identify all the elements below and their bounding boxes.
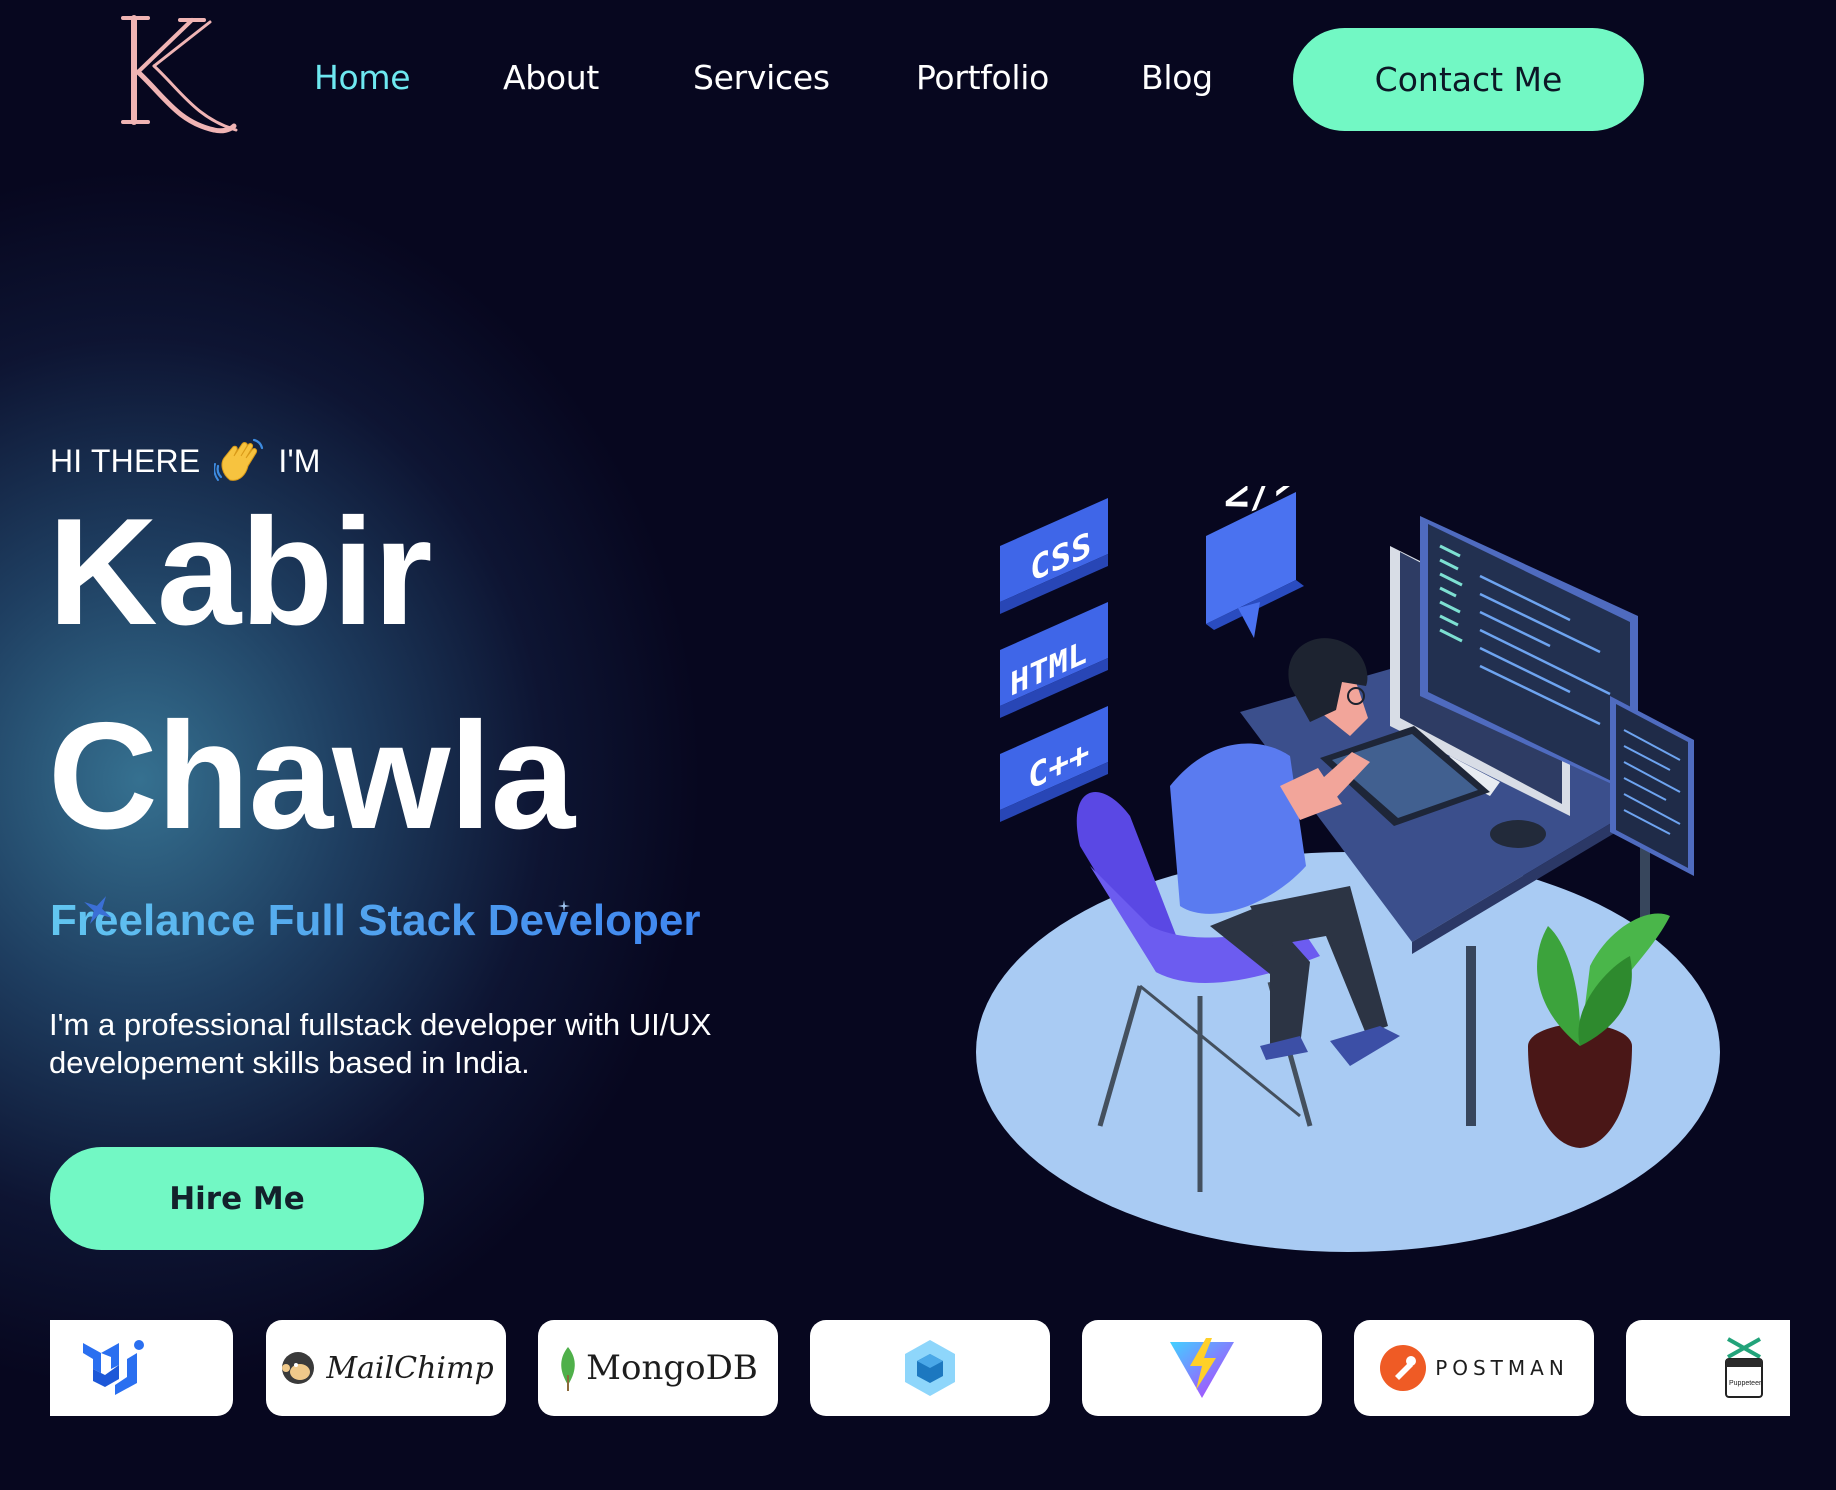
sparkle-icon <box>84 896 112 924</box>
nav-link-portfolio[interactable]: Portfolio <box>916 58 1049 97</box>
tech-tile-mailchimp: MailChimp <box>266 1320 506 1416</box>
tech-logo-strip: MailChimp MongoDB POSTMAN Puppeteer <box>50 1320 1790 1416</box>
greeting-text-post: I'M <box>278 442 321 479</box>
brand-logo[interactable] <box>118 12 250 142</box>
greeting-text-pre: HI THERE <box>50 442 201 479</box>
puppeteer-logo-icon: Puppeteer <box>1725 1337 1763 1398</box>
nav-link-blog[interactable]: Blog <box>1141 58 1213 97</box>
tag-css: CSS <box>1000 498 1108 614</box>
postman-logo-icon <box>1380 1345 1427 1391</box>
tech-tile-puppeteer: Puppeteer <box>1626 1320 1790 1416</box>
waving-hand-icon <box>214 438 264 481</box>
mongodb-leaf-icon <box>561 1347 575 1391</box>
tech-tile-mui <box>50 1320 233 1416</box>
mongodb-label: MongoDB <box>586 1348 758 1388</box>
postman-label: POSTMAN <box>1435 1356 1569 1380</box>
hire-me-button[interactable]: Hire Me <box>50 1147 424 1250</box>
mailchimp-label: MailChimp <box>326 1350 494 1386</box>
tech-tile-webpack <box>810 1320 1050 1416</box>
tech-tile-vite <box>1082 1320 1322 1416</box>
nav-link-about[interactable]: About <box>503 58 599 97</box>
nav-link-home[interactable]: Home <box>314 58 411 97</box>
code-bubble-icon: </> <box>1206 486 1304 638</box>
tag-html: HTML <box>1000 602 1108 718</box>
hero-last-name: Chawla <box>48 691 575 861</box>
hero-role: Freelance Full Stack Developer <box>50 896 701 945</box>
tech-tile-postman: POSTMAN <box>1354 1320 1594 1416</box>
navbar: Home About Services Portfolio Blog Conta… <box>0 0 1836 160</box>
tech-tile-mongodb: MongoDB <box>538 1320 778 1416</box>
hero-description: I'm a professional fullstack developer w… <box>49 1007 712 1081</box>
contact-me-button[interactable]: Contact Me <box>1293 28 1644 131</box>
webpack-logo-icon <box>905 1340 955 1396</box>
side-screen <box>1610 696 1694 876</box>
nav-link-services[interactable]: Services <box>693 58 830 97</box>
hero-greeting: HI THERE I'M <box>50 436 321 486</box>
mui-logo-icon <box>83 1340 144 1395</box>
puppeteer-label: Puppeteer <box>1729 1380 1762 1387</box>
mouse <box>1490 820 1546 848</box>
hero-first-name: Kabir <box>48 487 433 657</box>
vite-logo-icon <box>1170 1338 1234 1398</box>
mailchimp-monkey-icon <box>282 1352 315 1384</box>
sparkle-small-icon <box>558 900 570 912</box>
developer-illustration: CSS HTML C++ </> <box>976 486 1720 1252</box>
